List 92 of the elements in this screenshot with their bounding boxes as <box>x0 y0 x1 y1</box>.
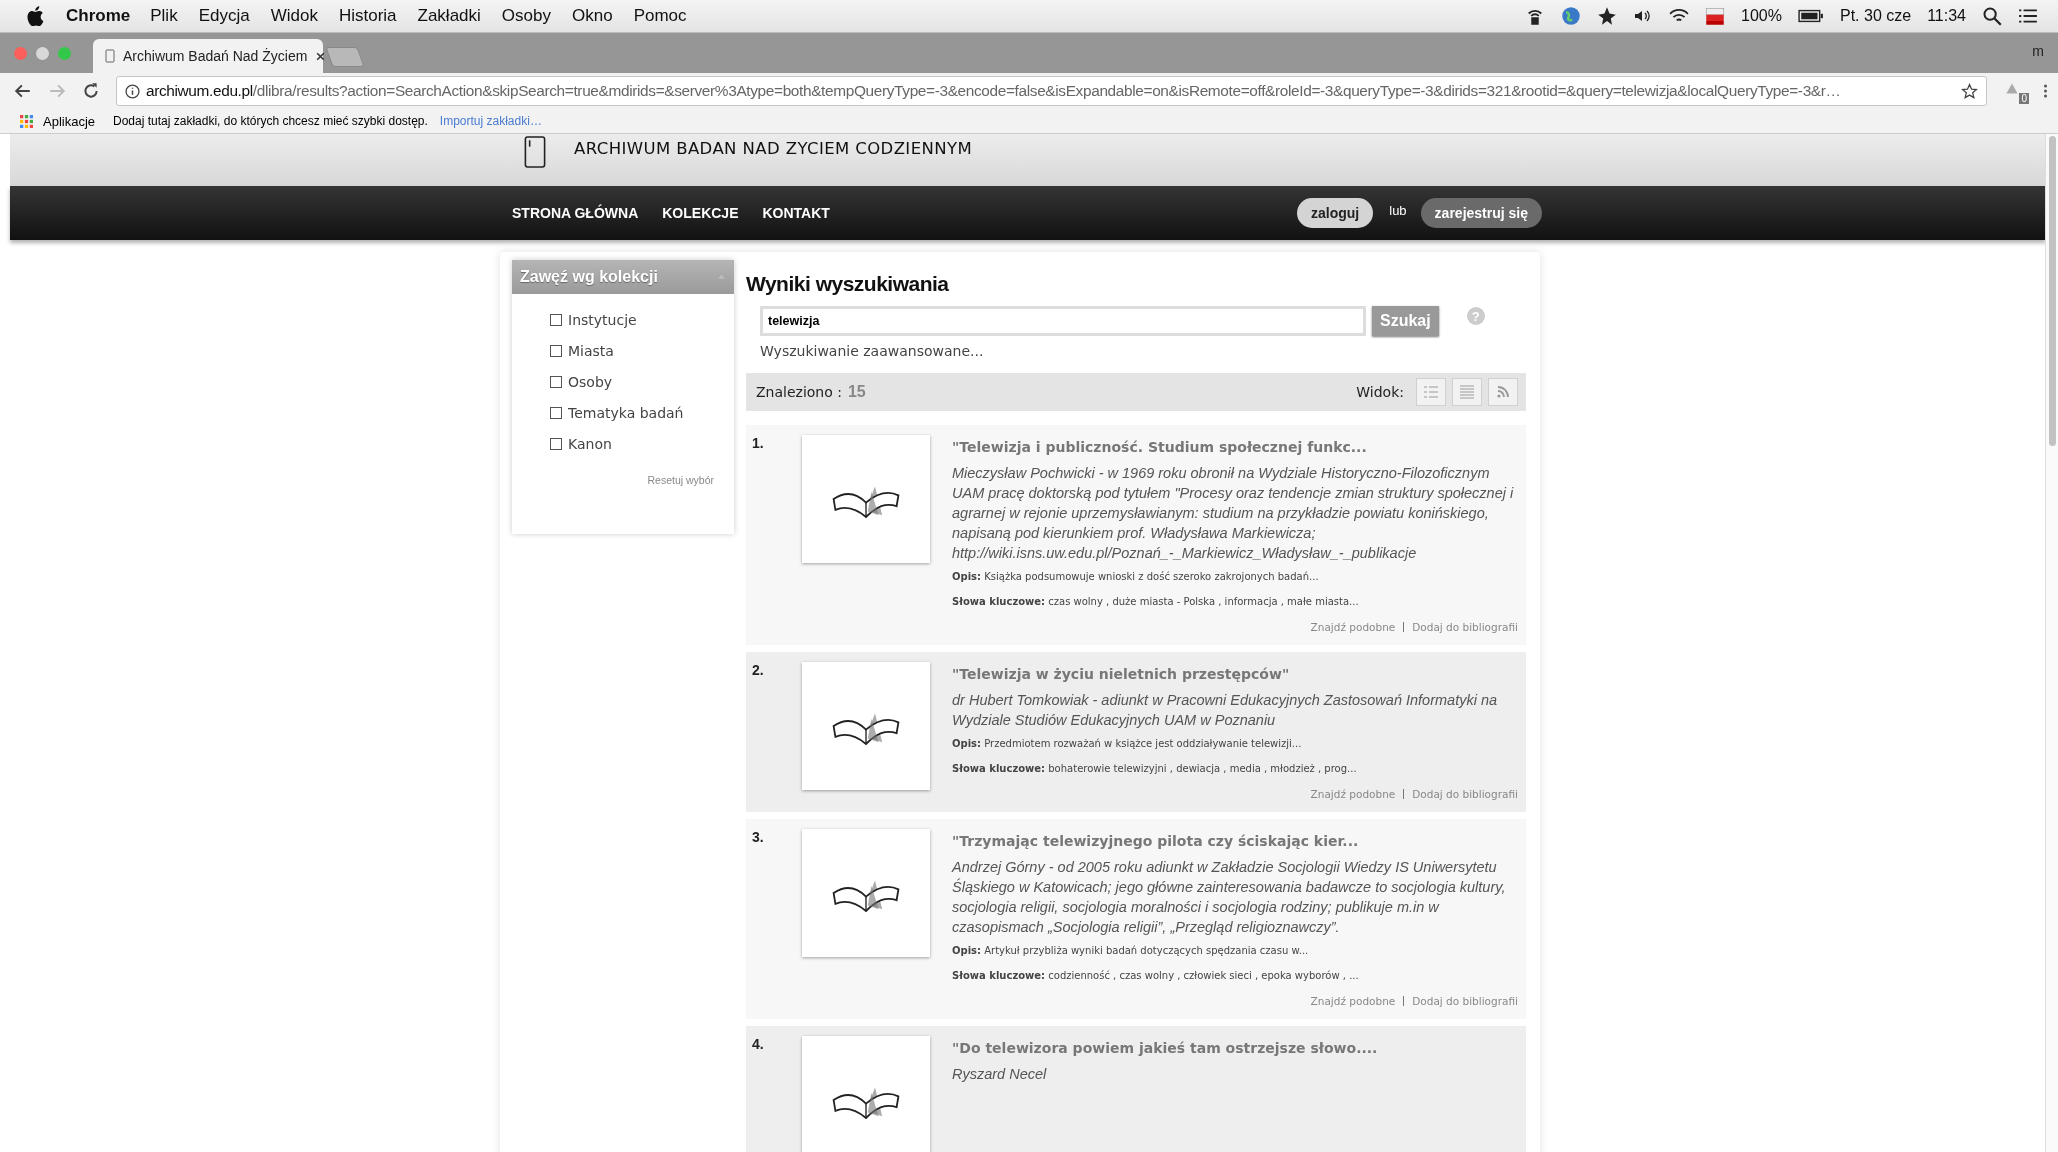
thumbnail[interactable] <box>802 662 930 790</box>
found-label: Znaleziono : <box>756 384 842 400</box>
search-icon[interactable] <box>1982 6 2002 26</box>
collection-filter[interactable]: Osoby <box>550 374 734 390</box>
sidebar-title: Zawęź wg kolekcji <box>520 268 659 286</box>
advanced-search-link[interactable]: Wyszukiwanie zaawansowane... <box>760 343 1526 359</box>
import-bookmarks-link[interactable]: Importuj zakładki… <box>439 114 542 128</box>
extension-badge: 0 <box>2019 93 2029 104</box>
filter-label: Miasta <box>568 343 614 359</box>
browser-tab[interactable]: Archiwum Badań Nad Życiem <box>93 39 323 73</box>
result-title-link[interactable]: "Trzymając telewizyjnego pilota czy ściskając kier... <box>952 833 1518 849</box>
collection-filter[interactable]: Instytucje <box>550 312 734 328</box>
menu-item[interactable]: Edycja <box>198 6 250 26</box>
menu-item[interactable]: Plik <box>150 6 178 26</box>
fridge-logo-icon[interactable] <box>524 136 546 168</box>
results-count: 15 <box>847 383 866 401</box>
result-number: 4. <box>752 1036 765 1054</box>
menu-item[interactable]: Historia <box>338 6 397 26</box>
result-number: 3. <box>752 829 765 847</box>
filter-label: Instytucje <box>568 312 637 328</box>
view-label: Widok: <box>1356 384 1404 400</box>
collection-filter[interactable]: Tematyka badań <box>550 405 734 421</box>
register-button[interactable]: zarejestruj się <box>1420 198 1542 228</box>
reset-selection-link[interactable]: Resetuj wybór <box>647 474 714 486</box>
filter-label: Kanon <box>568 436 612 452</box>
bulleted-list-icon <box>1423 385 1439 399</box>
clock-text: 11:34 <box>1927 7 1966 25</box>
result-action-link[interactable]: Znajdź podobne <box>1310 621 1396 633</box>
result-title-link[interactable]: "Telewizja w życiu nieletnich przestępców" <box>952 666 1518 682</box>
page-icon <box>105 49 115 63</box>
app-menu[interactable]: Chrome <box>66 6 131 26</box>
nav-link[interactable]: KOLEKCJE <box>662 205 739 221</box>
menu-item[interactable]: Okno <box>572 6 613 26</box>
bookmark-star-icon[interactable] <box>1961 82 1978 100</box>
result-keywords: Słowa kluczowe: codzienność , czas wolny , człowiek sieci , epoka wyborów , ... <box>952 970 1360 981</box>
menu-item[interactable]: Zakładki <box>417 6 481 26</box>
menu-item[interactable]: Pomoc <box>633 6 687 26</box>
thumbnail[interactable] <box>802 435 930 563</box>
result-author: dr Hubert Tomkowiak - adiunkt w Pracowni Edukacyjnych Zastosowań Informatyki na Wydziale Studiów Edukacyjnych UAM w Poznaniu <box>952 691 1499 730</box>
checkbox[interactable] <box>550 438 562 450</box>
profile-name[interactable]: m <box>2032 43 2044 59</box>
close-icon[interactable] <box>315 50 327 62</box>
thumbnail[interactable] <box>802 1036 930 1152</box>
result-description: Opis: Artykuł przybliża wyniki badań dotyczących spędzania czasu w... <box>952 945 1310 956</box>
bookmarks-hint: Dodaj tutaj zakładki, do których chcesz mieć szybki dostęp. <box>113 114 428 128</box>
url-path: /dlibra/results?action=SearchAction&skipSearch=true&mdirids=&server%3Atype=both&tempQueryType=-3&encode=false&isExpandable=on&isRemote=off&roleId=-3&queryType=-3&dirids=321&rootid=&query=telewizja&localQueryType=-3&r… <box>252 82 1841 99</box>
result-description: Opis: Przedmiotem rozważań w książce jest oddziaływanie telewizji... <box>952 738 1303 749</box>
checkbox[interactable] <box>550 345 562 357</box>
checkbox[interactable] <box>550 314 562 326</box>
result-number: 2. <box>752 662 765 680</box>
collection-filter[interactable]: Kanon <box>550 436 734 452</box>
result-keywords: Słowa kluczowe: czas wolny , duże miasta - Polska , informacja , małe miasta... <box>952 596 1360 607</box>
result-author: Andrzej Górny - od 2005 roku adiunkt w Zakładzie Socjologii Wiedzy IS Uniwersytetu Śląskiego w Katowicach; jego główne zainteresowania badawcze to socjologia kultury, socjologia religii, socjologia moralności i socjologia rodziny; publikuje m.in w czasopismach „Socjologia religii”, „Przegląd religioznawczy”. <box>952 858 1507 937</box>
result-title-link[interactable]: "Do telewizora powiem jakieś tam ostrzejsze słowo.... <box>952 1040 1518 1056</box>
back-icon[interactable] <box>14 82 32 100</box>
apps-link[interactable]: Aplikacje <box>43 113 96 129</box>
nav-link[interactable]: STRONA GŁÓWNA <box>512 205 639 221</box>
filter-label: Tematyka badań <box>568 405 684 421</box>
login-button[interactable]: zaloguj <box>1297 198 1374 228</box>
date-text: Pt. 30 cze <box>1840 7 1912 25</box>
url-host: archiwum.edu.pl <box>146 82 253 99</box>
info-icon[interactable] <box>125 83 140 99</box>
result-action-link[interactable]: Znajdź podobne <box>1310 995 1396 1007</box>
thumbnail[interactable] <box>802 829 930 957</box>
lines-icon <box>1459 385 1475 399</box>
apps-grid-icon[interactable] <box>20 114 33 128</box>
result-title-link[interactable]: "Telewizja i publiczność. Studium społecznej funkc... <box>952 439 1518 455</box>
results-heading: Wyniki wyszukiwania <box>746 272 950 296</box>
menu-item[interactable]: Osoby <box>501 6 551 26</box>
nav-link[interactable]: KONTAKT <box>762 205 830 221</box>
more-options-icon[interactable] <box>2043 83 2048 99</box>
reload-icon[interactable] <box>82 82 100 100</box>
rss-feed-button[interactable] <box>1488 378 1518 406</box>
filter-label: Osoby <box>568 374 613 390</box>
site-title[interactable]: ARCHIWUM BADAN NAD ZYCIEM CODZIENNYM <box>574 139 973 158</box>
globe-icon[interactable] <box>1561 6 1582 26</box>
collection-filter[interactable]: Miasta <box>550 343 734 359</box>
or-text: lub <box>1389 202 1407 218</box>
rss-icon <box>1495 385 1511 399</box>
apple-icon[interactable] <box>26 6 44 26</box>
checkbox[interactable] <box>550 376 562 388</box>
search-field[interactable]: telewizja <box>760 306 1366 336</box>
result-description: Opis: Książka podsumowuje wnioski z dość szeroko zakrojonych badań... <box>952 571 1320 582</box>
flag-icon[interactable] <box>1705 6 1726 26</box>
battery-percentage: 100% <box>1741 7 1782 25</box>
result-number: 1. <box>752 435 765 453</box>
result-author: Mieczysław Pochwicki - w 1969 roku obronił na Wydziale Historyczno-Filozoficznym UAM pracę doktorską pod tytułem "Procesy oraz tendencje zmian struktury społecznej i agrarnej w rejonie uprzemysławianym: studium na przykładzie powiatu konińskiego, napisaną pod kierunkiem prof. Władysława Markiewicza; http://wiki.isns.uw.edu.pl/Poznań_-_Markiewicz_Władysław_-_publikacje <box>952 464 1515 563</box>
checkbox[interactable] <box>550 407 562 419</box>
menu-item[interactable]: Widok <box>270 6 318 26</box>
result-keywords: Słowa kluczowe: bohaterowie telewizyjni , dewiacja , media , młodzież , prog... <box>952 763 1358 774</box>
tab-title: Archiwum Badań Nad Życiem <box>123 48 308 64</box>
result-author: Ryszard Necel <box>952 1065 1048 1084</box>
